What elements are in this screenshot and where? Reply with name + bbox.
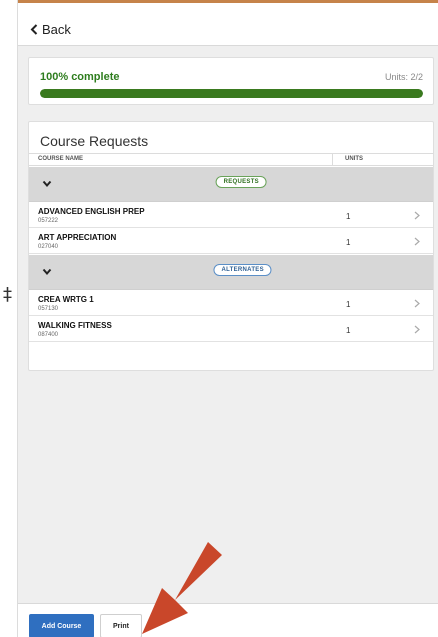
course-code: 057222: [38, 218, 59, 224]
back-label: Back: [42, 22, 71, 37]
card-title: Course Requests: [40, 133, 149, 149]
table-row[interactable]: ADVANCED ENGLISH PREP 057222 1: [29, 203, 433, 228]
course-code: 087400: [38, 332, 59, 338]
header-bar: Back: [18, 3, 438, 46]
table-header: COURSE NAME UNITS: [29, 153, 433, 166]
table-row[interactable]: ART APPRECIATION 027040 1: [29, 229, 433, 254]
group-header-requests[interactable]: REQUESTS: [29, 167, 433, 202]
progress-bar-fill: [40, 89, 423, 98]
footer-bar: Add Course Print: [18, 603, 438, 637]
column-header-units: UNITS: [345, 156, 363, 162]
progress-card: 100% complete Units: 2/2: [28, 57, 434, 105]
course-units: 1: [346, 326, 351, 335]
course-units: 1: [346, 212, 351, 221]
requests-badge: REQUESTS: [215, 176, 267, 188]
chevron-down-icon[interactable]: [42, 268, 52, 276]
course-units: 1: [346, 300, 351, 309]
left-adjacent-panel: ‡: [0, 0, 17, 637]
column-header-course-name: COURSE NAME: [38, 156, 84, 162]
add-course-button[interactable]: Add Course: [29, 614, 94, 637]
back-button[interactable]: Back: [30, 22, 71, 37]
course-name: ART APPRECIATION: [38, 233, 117, 242]
group-header-alternates[interactable]: ALTERNATES: [29, 255, 433, 290]
table-row[interactable]: CREA WRTG 1 057130 1: [29, 291, 433, 316]
chevron-right-icon[interactable]: [414, 325, 420, 334]
course-name: ADVANCED ENGLISH PREP: [38, 207, 145, 216]
chevron-left-icon: [30, 24, 38, 35]
progress-bar: [40, 89, 423, 98]
print-button[interactable]: Print: [100, 614, 142, 637]
chevron-right-icon[interactable]: [414, 211, 420, 220]
chevron-right-icon[interactable]: [414, 299, 420, 308]
column-divider: [332, 154, 333, 165]
units-count: Units: 2/2: [384, 72, 423, 82]
table-row[interactable]: WALKING FITNESS 087400 1: [29, 317, 433, 342]
course-name: CREA WRTG 1: [38, 295, 94, 304]
course-code: 027040: [38, 244, 59, 250]
progress-label: 100% complete: [40, 71, 120, 83]
course-requests-card: Course Requests COURSE NAME UNITS REQUES…: [28, 121, 434, 371]
course-units: 1: [346, 238, 351, 247]
alternates-badge: ALTERNATES: [213, 264, 272, 276]
course-code: 057130: [38, 306, 59, 312]
chevron-down-icon[interactable]: [42, 180, 52, 188]
chevron-right-icon[interactable]: [414, 237, 420, 246]
course-requests-panel: Back 100% complete Units: 2/2 Course Req…: [17, 0, 438, 637]
course-name: WALKING FITNESS: [38, 321, 112, 330]
left-edge-glyph: ‡: [3, 284, 12, 305]
